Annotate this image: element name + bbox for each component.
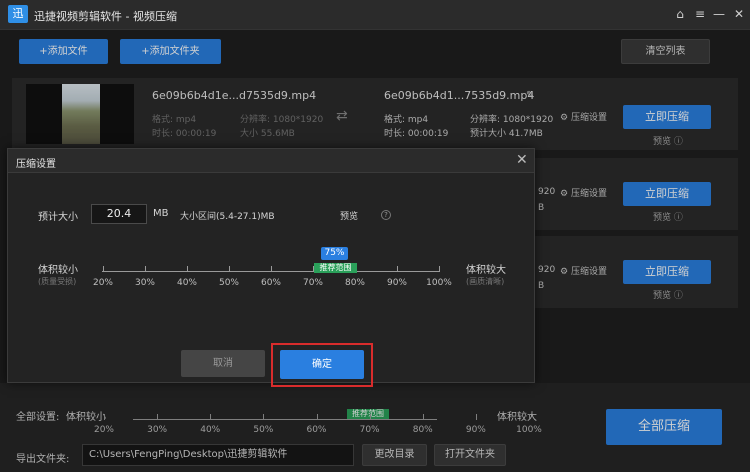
slider-left-sub: (质量受损) [38, 277, 77, 286]
slider-tick [103, 266, 104, 272]
slider-tick [229, 266, 230, 272]
tick-label: 20% [92, 278, 113, 288]
home-icon[interactable]: ⌂ [672, 6, 688, 22]
slider-tick [271, 266, 272, 272]
slider-right-label: 体积较大 [466, 265, 506, 276]
preview-label[interactable]: 预览 [340, 209, 358, 222]
tick-label: 60% [260, 278, 281, 288]
slider-tick [439, 266, 440, 272]
estimated-size-label: 预计大小 [38, 212, 78, 223]
confirm-button[interactable]: 确定 [280, 350, 364, 379]
size-unit: MB [153, 208, 169, 219]
tick-label: 40% [176, 278, 197, 288]
dialog-title: 压缩设置 [16, 159, 56, 170]
minimize-icon[interactable]: — [711, 6, 727, 22]
slider-percent-badge[interactable]: 75% [321, 247, 348, 260]
tick-label: 80% [344, 278, 365, 288]
help-icon[interactable]: ? [381, 210, 391, 220]
close-icon[interactable]: ✕ [516, 152, 528, 168]
slider-tick [397, 266, 398, 272]
size-range-text: 大小区间(5.4-27.1)MB [180, 212, 275, 222]
title-bar: 迅 迅捷视频剪辑软件 - 视频压缩 ⌂ ≡ — ✕ [0, 0, 750, 30]
estimated-size-input[interactable]: 20.4 [91, 204, 147, 224]
window-title: 迅捷视频剪辑软件 - 视频压缩 [34, 10, 177, 23]
menu-icon[interactable]: ≡ [692, 6, 708, 22]
close-icon[interactable]: ✕ [731, 6, 747, 22]
slider-right-sub: (画质清晰) [466, 277, 505, 286]
tick-label: 90% [386, 278, 407, 288]
recommend-range-label: 推荐范围 [314, 263, 357, 273]
tick-label: 50% [218, 278, 239, 288]
cancel-button[interactable]: 取消 [181, 350, 265, 377]
tick-label: 100% [426, 278, 452, 288]
tick-label: 70% [302, 278, 323, 288]
app-logo-icon: 迅 [8, 5, 28, 23]
slider-tick [187, 266, 188, 272]
tick-label: 30% [134, 278, 155, 288]
dialog-header: 压缩设置 ✕ [8, 149, 534, 173]
compress-settings-dialog: 压缩设置 ✕ 预计大小 20.4 MB 大小区间(5.4-27.1)MB 预览 … [7, 148, 535, 387]
slider-left-label: 体积较小 [38, 265, 78, 276]
slider-tick [145, 266, 146, 272]
